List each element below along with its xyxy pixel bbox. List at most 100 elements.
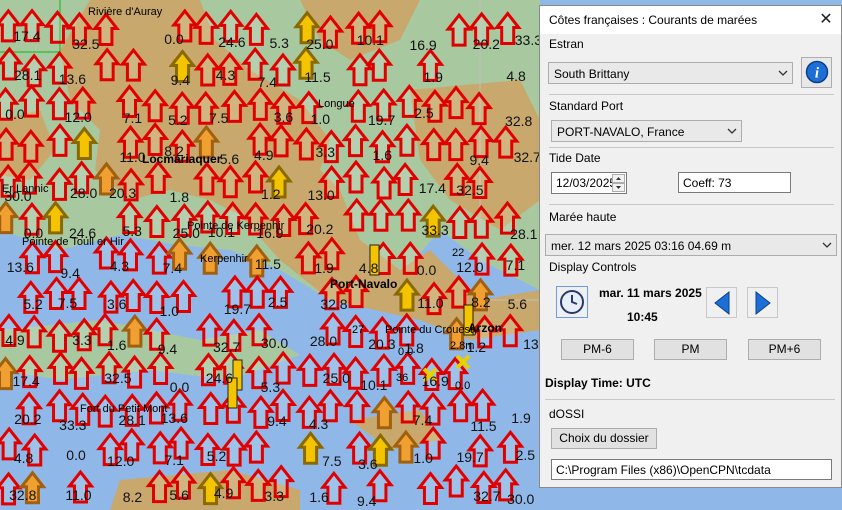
place-label: Fort du Petit Mont [80, 403, 168, 415]
depth-mark: 2.8m [450, 340, 475, 352]
current-value: 7.5 [322, 453, 342, 470]
spin-down-button[interactable] [612, 183, 625, 192]
current-value: 4.3 [308, 416, 329, 433]
tide-date-group-label: Tide Date [549, 151, 601, 165]
current-value: 33.3 [421, 222, 449, 239]
current-value: 20.2 [472, 35, 500, 52]
current-value: 0.0 [5, 105, 25, 122]
current-value: 13.0 [307, 187, 335, 204]
current-value: 20.2 [14, 410, 42, 427]
current-value: 1.2 [261, 186, 281, 203]
current-value: 4.9 [213, 485, 234, 502]
current-value: 5.2 [168, 112, 188, 129]
maree-haute-value: mer. 12 mars 2025 03:16 04.69 m [551, 239, 732, 253]
current-value: 24.6 [205, 370, 234, 387]
current-value: 1.9 [511, 409, 531, 426]
current-value: 5.6 [507, 295, 528, 312]
current-value: 32.8 [9, 487, 37, 504]
place-label: Longue [318, 98, 355, 110]
current-value: 3.6 [106, 295, 127, 312]
current-value: 2.5 [267, 294, 288, 311]
current-value: 32.5 [104, 370, 132, 387]
current-value: 25.0 [306, 35, 334, 52]
folder-path-field[interactable]: C:\Program Files (x86)\OpenCPN\tcdata [551, 459, 832, 480]
current-value: 10.1 [356, 31, 384, 48]
current-value: 1.9 [423, 68, 443, 85]
depth-mark: 22 [452, 247, 465, 259]
current-value: 5.6 [219, 151, 240, 168]
next-button[interactable] [747, 287, 778, 318]
depth-mark: 0.0 [398, 346, 414, 358]
place-label: Pointe de Toull er Hir [22, 236, 124, 248]
current-value: 2.5 [414, 104, 434, 121]
current-value: 30.0 [260, 335, 289, 351]
current-value: 9.4 [267, 413, 287, 430]
maree-haute-select[interactable]: mer. 12 mars 2025 03:16 04.69 m [545, 234, 837, 256]
current-value: 3.3 [264, 487, 284, 504]
chevron-down-icon [778, 70, 788, 76]
current-value: 28.0 [69, 185, 98, 202]
current-value: 17.4 [418, 180, 446, 197]
current-value: 28.1 [14, 67, 42, 84]
choose-folder-button[interactable]: Choix du dossier [551, 428, 657, 449]
current-value: 32.5 [72, 35, 100, 52]
current-value: 7.4 [162, 259, 183, 276]
pm-plus-6-button[interactable]: PM+6 [748, 339, 821, 360]
now-button[interactable] [556, 286, 588, 318]
current-value: 24.6 [218, 34, 246, 51]
current-value: 19.7 [456, 448, 484, 465]
current-value: 28.1 [510, 225, 538, 242]
pm-minus-6-button[interactable]: PM-6 [561, 339, 634, 360]
current-value: 1.6 [309, 488, 329, 505]
current-value: 11.5 [304, 69, 331, 86]
display-controls-group-label: Display Controls [549, 260, 637, 274]
caret-up-icon [616, 177, 621, 180]
current-value: 4.9 [5, 332, 25, 349]
current-value: 9.4 [356, 492, 377, 509]
current-value: 3.6 [273, 108, 294, 125]
current-value: 11.0 [65, 487, 92, 504]
info-button[interactable]: i [801, 57, 832, 88]
current-value: 10.1 [360, 376, 388, 393]
current-value: 25.0 [322, 370, 350, 387]
tide-date-picker[interactable]: 12/03/2025 [551, 172, 627, 194]
tidal-currents-dialog: Côtes françaises : Courants de marées ✕ … [539, 5, 842, 488]
current-value: 19.7 [367, 111, 396, 128]
coeff-value: Coeff: 73 [683, 176, 732, 190]
current-value: 17.4 [13, 28, 41, 45]
current-value: 1.9 [314, 259, 334, 276]
current-value: 11.5 [254, 256, 281, 273]
dialog-titlebar[interactable]: Côtes françaises : Courants de marées ✕ [540, 6, 841, 34]
current-value: 2.5 [515, 447, 536, 464]
spin-up-button[interactable] [612, 174, 625, 183]
current-value: 5.3 [260, 379, 281, 396]
pm-button[interactable]: PM [654, 339, 727, 360]
display-time-label: Display Time: UTC [545, 376, 651, 390]
current-value: 0.0 [66, 446, 86, 463]
current-value: 0.0 [164, 30, 184, 47]
current-value: 32.8 [320, 295, 348, 312]
close-button[interactable]: ✕ [815, 9, 837, 31]
maree-haute-group-label: Marée haute [549, 210, 617, 224]
depth-mark: 36 [396, 372, 409, 384]
place-label: Pointe du Crouesty [385, 324, 479, 336]
place-label: Rivière d'Auray [88, 6, 163, 18]
current-value: 1.0 [310, 111, 331, 127]
current-value: 9.4 [469, 151, 489, 168]
current-value: 32.7 [513, 149, 541, 166]
current-value: 1.0 [413, 449, 433, 466]
coeff-field[interactable]: Coeff: 73 [678, 172, 791, 193]
current-value: 9.4 [157, 341, 178, 358]
current-value: 12.0 [107, 452, 135, 469]
display-time: 10:45 [627, 310, 658, 324]
standard-port-select[interactable]: PORT-NAVALO, France [551, 120, 742, 142]
current-value: 13.6 [58, 70, 87, 87]
chevron-down-icon [727, 128, 737, 134]
previous-button[interactable] [706, 287, 737, 318]
current-value: 11.0 [417, 295, 444, 312]
current-value: 32.7 [212, 339, 241, 356]
estran-select[interactable]: South Brittany [548, 62, 793, 84]
current-value: 4.8 [506, 67, 526, 84]
place-label: Er Lannic [2, 183, 49, 195]
standard-port-group-label: Standard Port [549, 99, 624, 113]
